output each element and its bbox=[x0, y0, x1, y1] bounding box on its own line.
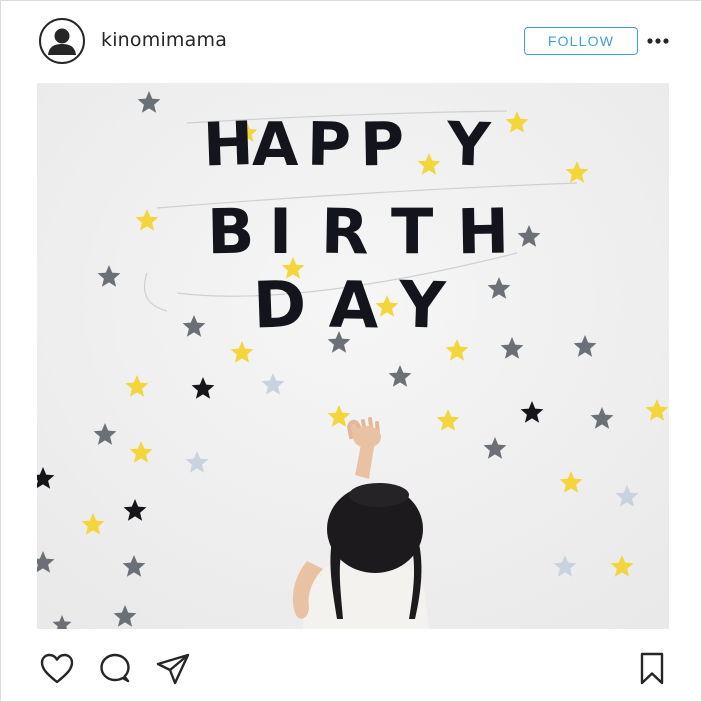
banner-letter: H bbox=[202, 109, 255, 181]
banner-letter: H bbox=[456, 194, 509, 268]
send-icon[interactable] bbox=[155, 651, 191, 687]
banner-letter: Y bbox=[397, 268, 448, 344]
banner-letter: P bbox=[306, 110, 351, 181]
banner-letter: B bbox=[206, 195, 255, 269]
banner-letter: D bbox=[252, 268, 308, 344]
post-photo[interactable]: HAPPYBIRTHDAY bbox=[37, 83, 669, 629]
banner-letter: A bbox=[328, 269, 379, 344]
comment-icon[interactable] bbox=[97, 651, 133, 687]
avatar[interactable] bbox=[39, 18, 85, 64]
banner-letter: R bbox=[320, 195, 369, 269]
user-avatar-icon bbox=[48, 28, 76, 55]
bookmark-icon[interactable] bbox=[635, 651, 671, 687]
post-card: kinomimama FOLLOW H A P P Y B I R T H D … bbox=[0, 0, 702, 702]
banner-letter: P bbox=[359, 110, 404, 181]
banner-letter: A bbox=[252, 110, 299, 180]
post-header: kinomimama FOLLOW bbox=[1, 1, 701, 81]
banner-letter: Y bbox=[445, 109, 493, 181]
photo-scene: HA P P YB I R T HD A Y bbox=[37, 83, 669, 629]
action-bar bbox=[1, 631, 701, 701]
banner-letter: T bbox=[391, 195, 433, 268]
follow-button[interactable]: FOLLOW bbox=[524, 27, 638, 55]
username[interactable]: kinomimama bbox=[101, 29, 227, 51]
more-options-icon[interactable] bbox=[646, 31, 670, 51]
banner-letter: I bbox=[269, 195, 292, 268]
heart-icon[interactable] bbox=[39, 651, 75, 687]
